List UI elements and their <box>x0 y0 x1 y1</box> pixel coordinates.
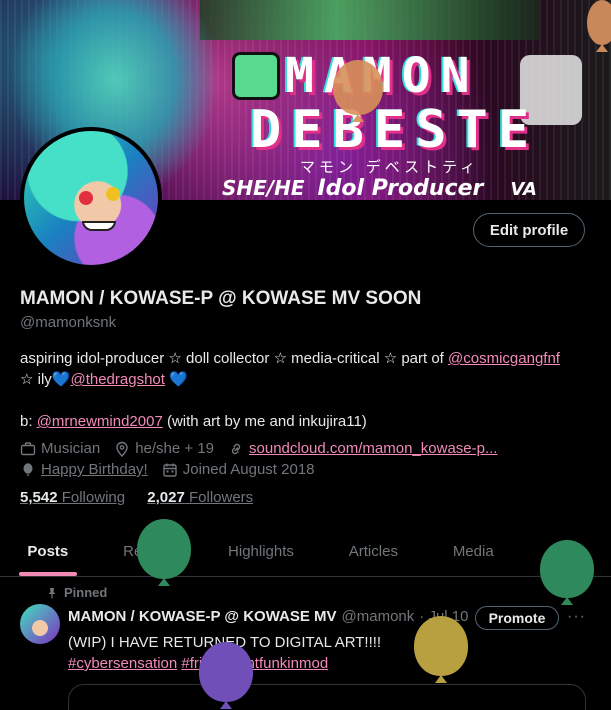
pinned-label: Pinned <box>64 585 108 600</box>
occupation-text: Musician <box>41 440 101 457</box>
display-name: MAMON / KOWASE-P @ KOWASE MV SOON <box>20 288 422 309</box>
follow-stats: 5,542 Following 2,027 Followers <box>20 489 271 506</box>
meta-birthday[interactable]: Happy Birthday! <box>20 459 148 480</box>
post-header: MAMON / KOWASE-P @ KOWASE MV @mamonk · J… <box>68 608 468 625</box>
bio-text: b: <box>20 413 37 430</box>
blue-heart-icon: 💙 <box>51 371 71 388</box>
avatar-mouth <box>82 221 116 231</box>
bio-line-3: b: @mrnewmind2007 (with art by me and in… <box>20 411 595 432</box>
banner-title-line2: DEBESTE <box>250 100 540 160</box>
banner-subtitle: SHE/HE Idol Producer VA <box>222 176 537 200</box>
bio-text: (with art by me and inkujira11) <box>162 413 367 430</box>
blue-heart-icon: 💙 <box>169 371 188 388</box>
tab-highlights[interactable]: Highlights <box>201 528 322 576</box>
hashtag-link[interactable]: #cybersensation <box>68 655 177 672</box>
following-count: 5,542 <box>20 489 58 506</box>
followers-link[interactable]: 2,027 Followers <box>147 489 253 506</box>
pin-icon <box>48 587 56 598</box>
website-link[interactable]: soundcloud.com/mamon_kowase-p... <box>249 438 497 459</box>
post-author-handle[interactable]: @mamonk <box>342 608 415 625</box>
tab-articles[interactable]: Articles <box>321 528 425 576</box>
joined-text: Joined August 2018 <box>182 461 315 478</box>
promote-button[interactable]: Promote <box>475 606 559 630</box>
tab-posts[interactable]: Posts <box>0 528 96 576</box>
profile-bio: aspiring idol-producer ☆ doll collector … <box>20 348 595 432</box>
location-text: he/she + 19 <box>135 440 215 457</box>
banner-title-line1: MAMON <box>285 48 480 104</box>
balloon-icon <box>587 0 611 45</box>
banner-frog-icon <box>232 52 280 100</box>
briefcase-icon <box>20 441 36 455</box>
profile-avatar[interactable] <box>20 127 162 269</box>
birthday-link[interactable]: Happy Birthday! <box>41 459 148 480</box>
banner-pronouns: SHE/HE <box>222 176 305 200</box>
banner-role: Idol Producer <box>317 176 484 200</box>
balloon-icon <box>199 642 253 702</box>
bio-link-cosmicgang[interactable]: @cosmicgangfnf <box>448 350 560 367</box>
calendar-icon <box>163 463 177 477</box>
meta-joined: Joined August 2018 <box>162 459 315 480</box>
balloon-icon <box>333 60 383 115</box>
bio-line-1: aspiring idol-producer ☆ doll collector … <box>20 348 595 369</box>
post-author-name[interactable]: MAMON / KOWASE-P @ KOWASE MV <box>68 608 337 625</box>
post-media[interactable] <box>68 684 586 710</box>
followers-label: Followers <box>188 489 254 506</box>
followers-count: 2,027 <box>147 489 185 506</box>
user-handle: @mamonksnk <box>20 314 117 331</box>
meta-website[interactable]: soundcloud.com/mamon_kowase-p... <box>228 438 497 459</box>
bio-spacer <box>20 390 595 411</box>
following-label: Following <box>61 489 126 506</box>
banner-kana: マモン デベストティ <box>300 158 480 176</box>
avatar-eye <box>106 187 120 201</box>
bio-line-2: ☆ ily💙@thedragshot 💙 <box>20 369 595 390</box>
balloon-icon <box>137 519 191 579</box>
banner-va: VA <box>510 179 537 200</box>
edit-profile-button[interactable]: Edit profile <box>473 213 585 247</box>
bio-text: aspiring idol-producer ☆ doll collector … <box>20 350 449 367</box>
balloon-icon <box>414 616 468 676</box>
more-options-icon[interactable]: ··· <box>567 608 586 626</box>
tab-media[interactable]: Media <box>425 528 521 576</box>
meta-location: he/she + 19 <box>114 438 214 459</box>
profile-tabs: Posts Replies Highlights Articles Media … <box>0 528 611 577</box>
avatar-eye <box>79 191 93 205</box>
meta-occupation: Musician <box>20 438 100 459</box>
bio-link-thedragshot[interactable]: @thedragshot <box>70 371 164 388</box>
bio-text: ☆ ily <box>20 371 52 388</box>
pinned-indicator: Pinned <box>46 585 107 600</box>
location-pin-icon <box>116 441 128 457</box>
banner-art-green <box>200 0 540 40</box>
link-icon <box>231 443 241 454</box>
balloon-icon <box>540 540 594 598</box>
post-author-avatar[interactable] <box>20 604 60 644</box>
balloon-icon <box>23 462 33 476</box>
following-link[interactable]: 5,542 Following <box>20 489 125 506</box>
profile-meta: Musician he/she + 19 soundcloud.com/mamo… <box>20 438 595 480</box>
bio-link-mrnewmind[interactable]: @mrnewmind2007 <box>37 413 163 430</box>
